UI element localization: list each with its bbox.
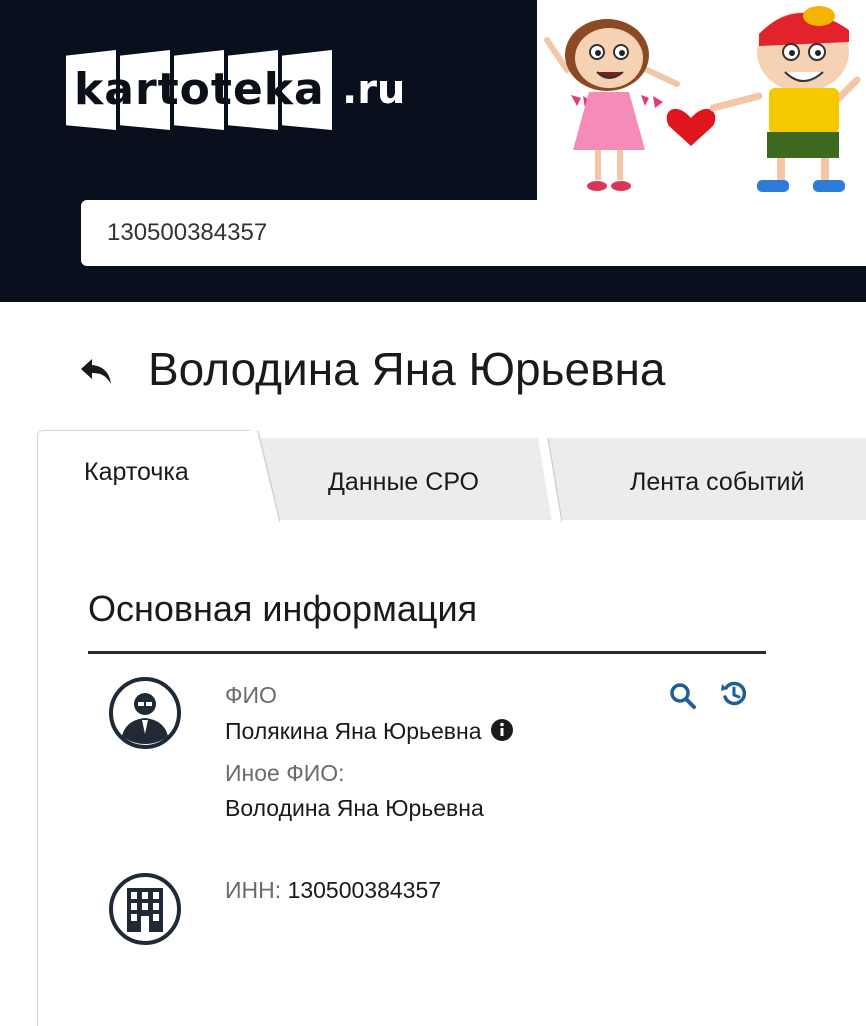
inn-row: ИНН: 130500384357 [225, 877, 441, 904]
inn-value: 130500384357 [287, 877, 442, 903]
tab-event-feed[interactable]: Лента событий [630, 468, 805, 497]
logo-tld: .ru [342, 67, 406, 113]
tab-card-label[interactable]: Карточка [84, 458, 189, 487]
search-input-value: 130500384357 [107, 219, 268, 246]
fio-value: Полякина Яна Юрьевна [225, 718, 482, 744]
search-icon[interactable] [669, 682, 697, 710]
fio-label: ФИО [225, 682, 277, 708]
tab-bar: Карточка Данные СРО Лента событий [0, 430, 866, 522]
person-avatar-icon [109, 677, 181, 749]
info-icon[interactable] [490, 718, 514, 742]
other-fio-value: Володина Яна Юрьевна [225, 795, 484, 821]
section-divider [88, 651, 766, 654]
girl-figure [544, 19, 680, 191]
search-input[interactable]: 130500384357 [81, 200, 866, 266]
page-title: Володина Яна Юрьевна [148, 343, 666, 395]
kids-illustration-art [544, 6, 861, 192]
tab-sro-data[interactable]: Данные СРО [328, 468, 479, 497]
heart-shape [666, 108, 716, 146]
header: kartoteka .ru 130500384357 [0, 0, 866, 302]
site-logo[interactable]: kartoteka .ru [66, 50, 405, 130]
tab-divider [538, 438, 562, 522]
page: kartoteka .ru 130500384357 Володина Яна … [0, 0, 866, 1026]
back-arrow-icon[interactable] [80, 357, 114, 387]
building-icon [109, 873, 181, 945]
history-icon[interactable] [720, 680, 748, 708]
logo-word: kartoteka [74, 64, 325, 115]
other-fio-label: Иное ФИО: [225, 760, 345, 786]
logo-tiles: kartoteka [66, 50, 336, 130]
inn-label: ИНН: [225, 877, 282, 903]
boy-figure [709, 6, 861, 192]
section-title: Основная информация [88, 588, 478, 629]
kids-illustration [537, 0, 866, 200]
tab-card-edge [250, 430, 280, 522]
fio-value-row: Полякина Яна Юрьевна [225, 718, 514, 745]
